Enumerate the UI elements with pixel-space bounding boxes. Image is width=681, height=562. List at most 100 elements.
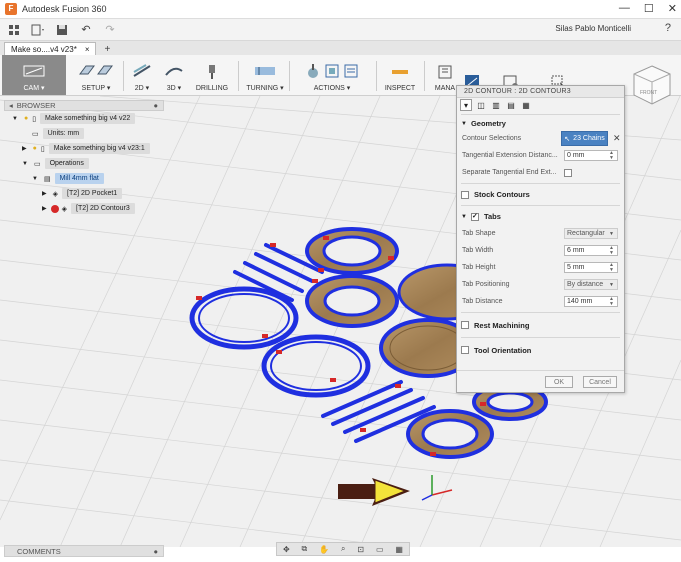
error-icon — [50, 204, 59, 213]
tab-shape-row: Tab Shape Rectangular ▼ — [457, 225, 624, 242]
workspace-switcher-cam[interactable]: CAM ▾ — [2, 55, 66, 95]
component-icon: ▯ — [40, 145, 45, 153]
zoom-icon[interactable]: ⌕ — [341, 544, 345, 554]
tangential-extension-row: Tangential Extension Distanc... 0 mm ▲ ▼ — [457, 147, 624, 164]
tree-row-units[interactable]: ▭ Units: mm — [4, 126, 164, 141]
ok-button[interactable]: OK — [545, 376, 573, 388]
lightbulb-icon[interactable]: ● — [24, 115, 28, 122]
redo-icon[interactable]: ↷ — [100, 22, 120, 38]
help-icon[interactable]: ? — [665, 22, 671, 34]
tab-shape-select[interactable]: Rectangular ▼ — [564, 228, 618, 239]
stock-contours-checkbox[interactable] — [461, 190, 469, 199]
tool-tab-icon[interactable]: ▾ — [460, 99, 472, 111]
tree-setup-label: Mill 4mm flat — [54, 173, 104, 184]
expand-icon[interactable]: ▼ — [32, 176, 38, 182]
stepper-icon[interactable]: ▲ ▼ — [609, 150, 614, 161]
dialog-footer: OK Cancel — [457, 370, 624, 392]
tab-width-row: Tab Width 6 mm ▲ ▼ — [457, 242, 624, 259]
inspect-menu[interactable]: INSPECT — [382, 57, 418, 95]
user-name[interactable]: Silas Pablo Monticelli — [555, 24, 631, 33]
heights-tab-icon[interactable]: ▥ — [490, 99, 502, 111]
contour-selections-label: Contour Selections — [462, 135, 522, 142]
tab-height-label: Tab Height — [462, 264, 496, 271]
fit-icon[interactable]: ⊡ — [357, 545, 364, 554]
2d-menu[interactable]: 2D ▾ — [128, 57, 156, 95]
expand-icon[interactable]: ▶ — [22, 145, 27, 152]
orbit-icon[interactable]: ✥ — [283, 545, 290, 554]
cancel-button[interactable]: Cancel — [583, 376, 617, 388]
tree-component-label: Make something big v4 v23:1 — [48, 143, 150, 154]
tab-distance-input[interactable]: 140 mm ▲ ▼ — [564, 296, 618, 307]
tab-height-input[interactable]: 5 mm ▲ ▼ — [564, 262, 618, 273]
expand-icon[interactable]: ▶ — [42, 190, 47, 197]
contour-selection-button[interactable]: ↖ 23 Chains — [561, 131, 608, 146]
browser-panel: ◂ BROWSER ● ▼ ● ▯ Make something big v4 … — [4, 100, 164, 216]
tab-width-input[interactable]: 6 mm ▲ ▼ — [564, 245, 618, 256]
tool-orientation-section[interactable]: Tool Orientation — [457, 340, 624, 360]
lightbulb-icon[interactable]: ● — [33, 145, 37, 152]
comments-title: COMMENTS — [17, 546, 61, 556]
geometry-section-header[interactable]: ▼ Geometry — [457, 117, 624, 130]
expand-icon[interactable]: ▼ — [22, 161, 28, 167]
title-bar: F Autodesk Fusion 360 — ☐ ✕ — [0, 0, 681, 19]
tree-row-operations[interactable]: ▼ ▭ Operations — [4, 156, 164, 171]
browser-header[interactable]: ◂ BROWSER ● — [4, 100, 164, 111]
tree-operations-label: Operations — [44, 158, 89, 169]
browser-collapse-icon[interactable]: ◂ — [9, 101, 13, 110]
close-window-button[interactable]: ✕ — [668, 2, 677, 15]
dialog-title[interactable]: 2D CONTOUR : 2D CONTOUR3 — [457, 86, 624, 98]
linking-tab-icon[interactable]: ▦ — [520, 99, 532, 111]
comments-panel[interactable]: COMMENTS ● — [4, 545, 164, 557]
fusion-app-icon: F — [5, 3, 17, 15]
browser-options-icon[interactable]: ● — [153, 101, 158, 110]
window-title: Autodesk Fusion 360 — [22, 4, 107, 14]
look-at-icon[interactable]: ⧉ — [302, 544, 308, 554]
add-tab-button[interactable]: + — [104, 44, 110, 55]
expand-icon[interactable]: ▼ — [12, 116, 18, 122]
stepper-icon[interactable]: ▲ ▼ — [609, 296, 614, 307]
display-settings-icon[interactable]: ▭ — [376, 545, 384, 554]
turning-menu[interactable]: TURNING ▾ — [244, 57, 286, 95]
drilling-menu[interactable]: DRILLING — [192, 57, 232, 95]
tool-orientation-checkbox[interactable] — [461, 346, 469, 354]
tree-row-pocket[interactable]: ▶ ◈ [T2] 2D Pocket1 — [4, 186, 164, 201]
tangential-extension-input[interactable]: 0 mm ▲ ▼ — [564, 150, 618, 161]
close-tab-icon[interactable]: × — [85, 45, 90, 54]
stock-contours-section[interactable]: Stock Contours — [457, 186, 624, 203]
maximize-button[interactable]: ☐ — [644, 2, 654, 15]
file-menu-icon[interactable] — [28, 22, 48, 38]
tree-row-contour[interactable]: ▶ ◈ [T2] 2D Contour3 — [4, 201, 164, 216]
clear-selection-icon[interactable]: ✕ — [613, 133, 621, 144]
contour-dialog: 2D CONTOUR : 2D CONTOUR3 ▾ ◫ ▥ ▤ ▦ ▼ Geom… — [456, 85, 625, 393]
minimize-button[interactable]: — — [619, 2, 630, 15]
tabs-section-header[interactable]: ▼ ✓ Tabs — [457, 208, 624, 225]
viewcube-front-label[interactable]: FRONT — [640, 90, 657, 96]
separate-tangential-label: Separate Tangential End Ext... — [462, 169, 557, 176]
stepper-icon[interactable]: ▲ ▼ — [609, 262, 614, 273]
rest-machining-checkbox[interactable] — [461, 321, 469, 329]
tabs-checkbox[interactable]: ✓ — [470, 212, 479, 221]
grid-settings-icon[interactable]: ▦ — [395, 545, 403, 554]
pan-icon[interactable]: ✋ — [319, 545, 329, 554]
tree-row-root[interactable]: ▼ ● ▯ Make something big v4 v22 — [4, 111, 164, 126]
setup-menu[interactable]: SETUP ▾ — [72, 57, 120, 95]
tab-positioning-select[interactable]: By distance ▼ — [564, 279, 618, 290]
tree-row-component[interactable]: ▶ ● ▯ Make something big v4 v23:1 — [4, 141, 164, 156]
pocket-operation-icon: ◈ — [52, 190, 59, 198]
3d-menu[interactable]: 3D ▾ — [160, 57, 188, 95]
document-tab[interactable]: Make so....v4 v23* × — [4, 42, 97, 55]
tree-row-setup[interactable]: ▼ ▤ Mill 4mm flat — [4, 171, 164, 186]
save-icon[interactable] — [52, 22, 72, 38]
passes-tab-icon[interactable]: ▤ — [505, 99, 517, 111]
data-panel-grid-icon[interactable] — [4, 22, 24, 38]
browser-title: BROWSER — [16, 101, 56, 110]
expand-icon[interactable]: ▶ — [42, 205, 47, 212]
viewcube[interactable]: FRONT — [630, 62, 675, 107]
undo-icon[interactable]: ↶ — [76, 22, 96, 38]
stepper-icon[interactable]: ▲ ▼ — [609, 245, 614, 256]
geometry-tab-icon[interactable]: ◫ — [475, 99, 487, 111]
actions-menu[interactable]: ACTIONS ▾ — [294, 57, 370, 95]
separate-tangential-checkbox[interactable] — [564, 168, 572, 177]
comments-options-icon[interactable]: ● — [153, 547, 158, 556]
rest-machining-section[interactable]: Rest Machining — [457, 315, 624, 335]
